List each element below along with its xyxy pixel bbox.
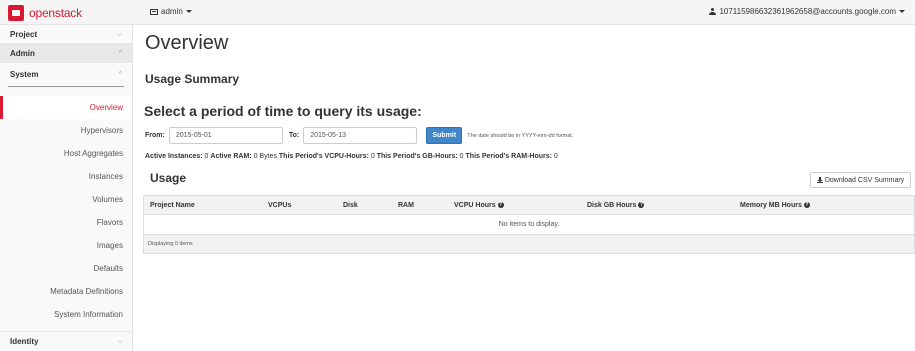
chevron-up-icon: ^ (118, 71, 122, 78)
download-icon (816, 177, 823, 183)
column-header-ram[interactable]: RAM (398, 196, 414, 215)
user-icon (709, 8, 717, 15)
vcpu-hours-header-label: VCPU Hours (454, 202, 496, 209)
chevron-up-icon: ^ (118, 50, 122, 57)
table-footer: Displaying 0 items (144, 235, 914, 253)
gb-hours-value: 0 (459, 153, 464, 160)
sidebar-system-header[interactable]: System ^ (8, 63, 124, 87)
sidebar-admin-header[interactable]: Admin ^ (0, 44, 132, 63)
sidebar-admin-label: Admin (10, 49, 35, 58)
caret-down-icon (185, 10, 192, 13)
info-icon: ? (803, 202, 810, 209)
active-ram-value: 0 Bytes (253, 153, 277, 160)
submit-button[interactable]: Submit (426, 127, 463, 144)
column-header-memory-mb-hours[interactable]: Memory MB Hours? (740, 196, 810, 215)
active-ram-label: Active RAM: (210, 153, 252, 160)
memory-mb-hours-header-label: Memory MB Hours (740, 202, 802, 209)
sidebar-system-label: System (10, 70, 39, 79)
openstack-logo-icon (8, 4, 24, 21)
download-csv-button[interactable]: Download CSV Summary (810, 172, 911, 188)
column-header-project-name[interactable]: Project Name (150, 196, 195, 215)
project-icon (150, 8, 158, 15)
sidebar-item-instances[interactable]: Instances (0, 165, 132, 188)
top-navbar: openstack admin 107115986632361962658@ac… (0, 0, 915, 25)
sidebar-item-host-aggregates[interactable]: Host Aggregates (0, 142, 132, 165)
to-label: To: (288, 132, 300, 139)
column-header-disk-gb-hours[interactable]: Disk GB Hours? (587, 196, 645, 215)
sidebar-item-flavors[interactable]: Flavors (0, 211, 132, 234)
chevron-down-icon: ⌵ (116, 31, 122, 38)
from-label: From: (145, 132, 165, 139)
ram-hours-value: 0 (553, 153, 558, 160)
usage-stats: Active Instances: 0 Active RAM: 0 Bytes … (145, 153, 558, 160)
sidebar-item-images[interactable]: Images (0, 234, 132, 257)
project-dropdown[interactable]: admin (150, 7, 192, 16)
brand-text: openstack (29, 5, 82, 20)
caret-down-icon (899, 10, 905, 13)
sidebar-item-defaults[interactable]: Defaults (0, 257, 132, 280)
vcpu-hours-value: 0 (370, 153, 375, 160)
empty-table-message: No items to display. (144, 215, 914, 235)
gb-hours-label: This Period's GB-Hours: (376, 153, 458, 160)
column-header-vcpu-hours[interactable]: VCPU Hours? (454, 196, 504, 215)
disk-gb-hours-header-label: Disk GB Hours (587, 202, 637, 209)
period-title: Select a period of time to query its usa… (144, 103, 422, 119)
sidebar-item-metadata-definitions[interactable]: Metadata Definitions (0, 280, 132, 303)
usage-summary-heading: Usage Summary (145, 72, 240, 86)
user-name: 107115986632361962658@accounts.google.co… (719, 7, 896, 16)
date-range-form: From: To: Submit The date should be in Y… (145, 127, 573, 144)
from-date-input[interactable] (168, 127, 283, 144)
ram-hours-label: This Period's RAM-Hours: (465, 153, 552, 160)
sidebar-item-system-information[interactable]: System Information (0, 303, 132, 326)
download-csv-label: Download CSV Summary (824, 176, 905, 184)
sidebar-project-label: Project (10, 30, 38, 39)
usage-table: Project Name VCPUs Disk RAM VCPU Hours? … (143, 195, 915, 254)
table-header-row: Project Name VCPUs Disk RAM VCPU Hours? … (144, 196, 914, 215)
page-title: Overview (145, 32, 229, 54)
date-format-hint: The date should be in YYYY-mm-dd format. (467, 132, 574, 139)
sidebar-item-volumes[interactable]: Volumes (0, 188, 132, 211)
to-date-input[interactable] (303, 127, 418, 144)
active-instances-label: Active Instances: (145, 153, 203, 160)
user-dropdown[interactable]: 107115986632361962658@accounts.google.co… (709, 7, 905, 16)
sidebar: Project ⌵ Admin ^ System ^ Overview Hype… (0, 25, 133, 351)
sidebar-identity-label: Identity (10, 337, 39, 346)
column-header-disk[interactable]: Disk (343, 196, 358, 215)
chevron-down-icon: ⌵ (117, 338, 123, 345)
info-icon: ? (638, 202, 645, 209)
sidebar-project-header[interactable]: Project ⌵ (0, 25, 132, 44)
info-icon: ? (497, 202, 504, 209)
column-header-vcpus[interactable]: VCPUs (268, 196, 291, 215)
project-name: admin (161, 7, 183, 16)
active-instances-value: 0 (204, 153, 209, 160)
sidebar-identity-header[interactable]: Identity ⌵ (0, 331, 133, 351)
sidebar-item-overview[interactable]: Overview (0, 96, 132, 119)
sidebar-item-hypervisors[interactable]: Hypervisors (0, 119, 132, 142)
brand-logo-link[interactable]: openstack (8, 4, 82, 21)
vcpu-hours-label: This Period's VCPU-Hours: (278, 153, 369, 160)
usage-table-heading: Usage (150, 171, 187, 185)
